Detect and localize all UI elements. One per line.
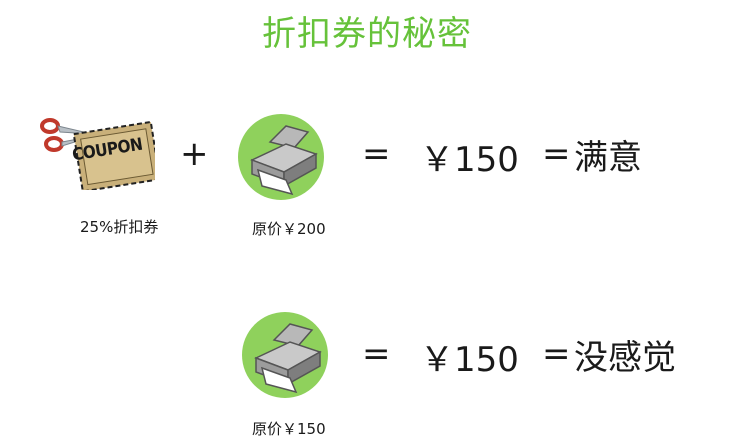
price-1: ￥150 (420, 140, 519, 180)
printer-caption-1: 原价￥200 (252, 220, 326, 238)
plus-sign: + (180, 134, 209, 174)
price-2: ￥150 (420, 340, 519, 380)
result-1: 满意 (574, 138, 642, 178)
coupon-caption: 25%折扣券 (80, 218, 159, 236)
printer-icon (236, 112, 326, 202)
equals-sign-4: = (542, 334, 571, 374)
page-title: 折扣券的秘密 (262, 14, 472, 54)
equals-sign-2: = (542, 134, 571, 174)
result-2: 没感觉 (574, 338, 676, 378)
equals-sign-1: = (362, 134, 391, 174)
printer-icon (240, 310, 330, 400)
printer-caption-2: 原价￥150 (252, 420, 326, 438)
equals-sign-3: = (362, 334, 391, 374)
